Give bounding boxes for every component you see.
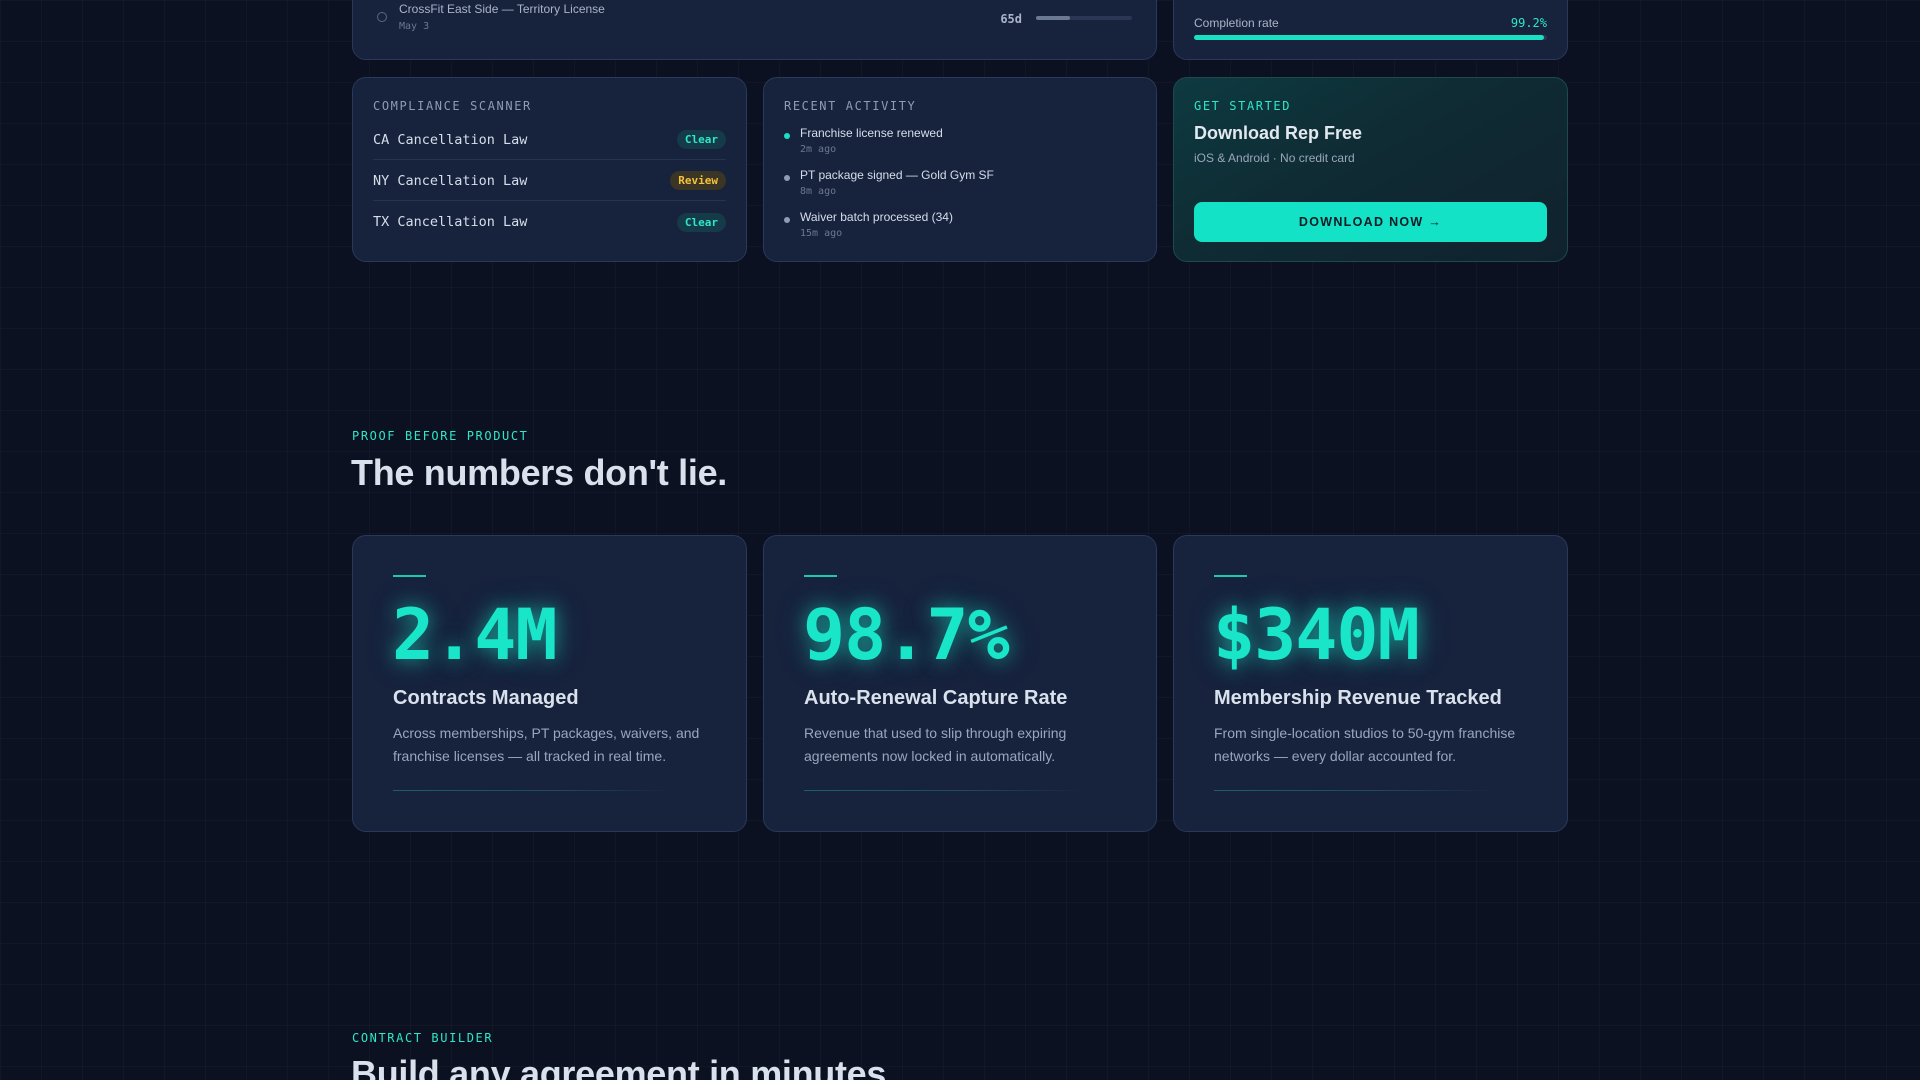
accent-line (1214, 575, 1247, 577)
get-started-subtitle: iOS & Android · No credit card (1194, 151, 1355, 165)
stat-label: Membership Revenue Tracked (1214, 687, 1502, 709)
compliance-scanner-card: COMPLIANCE SCANNER CA Cancellation Law C… (352, 77, 747, 262)
stat-description: Revenue that used to slip through expiri… (804, 725, 1067, 764)
activity-item[interactable]: PT package signed — Gold Gym SF 8m ago (784, 168, 1136, 206)
activity-item[interactable]: Waiver batch processed (34) 15m ago (784, 210, 1136, 248)
compliance-heading: COMPLIANCE SCANNER (373, 99, 532, 113)
deadline-days: 65d (1000, 12, 1022, 26)
activity-title: Franchise license renewed (800, 126, 943, 140)
compliance-row[interactable]: TX Cancellation Law Clear (373, 202, 726, 242)
activity-title: Waiver batch processed (34) (800, 210, 953, 224)
activity-title: PT package signed — Gold Gym SF (800, 168, 994, 182)
get-started-eyebrow: GET STARTED (1194, 99, 1292, 113)
accent-line (393, 575, 426, 577)
get-started-title: Download Rep Free (1194, 123, 1363, 143)
completion-progress-fill (1194, 35, 1545, 40)
stat-card: 2.4M Contracts Managed Across membership… (352, 535, 747, 832)
proof-eyebrow: PROOF BEFORE PRODUCT (352, 429, 529, 443)
builder-eyebrow: CONTRACT BUILDER (352, 1031, 494, 1045)
get-started-card: GET STARTED Download Rep Free iOS & Andr… (1173, 77, 1568, 262)
dot-icon (784, 217, 790, 223)
compliance-row[interactable]: NY Cancellation Law Review (373, 161, 726, 201)
completion-card: Completion rate 99.2% (1173, 0, 1568, 60)
divider (1214, 790, 1494, 791)
recent-activity-card: RECENT ACTIVITY Franchise license renewe… (763, 77, 1157, 262)
completion-value: 99.2% (1510, 16, 1547, 30)
status-badge: Clear (676, 212, 726, 232)
stat-value: $340M (1213, 594, 1420, 676)
divider (393, 790, 673, 791)
status-circle-icon (377, 12, 387, 22)
deadline-progress-bar (1036, 16, 1132, 20)
compliance-row[interactable]: CA Cancellation Law Clear (373, 120, 726, 160)
builder-title: Build any agreement in minutes. (351, 1053, 896, 1080)
activity-heading: RECENT ACTIVITY (784, 99, 917, 113)
compliance-row-label: CA Cancellation Law (373, 131, 528, 148)
active-dot-icon (784, 133, 790, 139)
activity-time: 2m ago (800, 144, 837, 155)
status-badge: Clear (676, 130, 726, 149)
activity-time: 8m ago (800, 186, 837, 197)
activity-item[interactable]: Franchise license renewed 2m ago (784, 126, 1136, 164)
deadline-row[interactable]: CrossFit East Side — Territory License M… (377, 1, 1132, 37)
download-now-button[interactable]: DOWNLOAD NOW → (1194, 202, 1547, 242)
compliance-row-label: TX Cancellation Law (373, 214, 528, 230)
stat-description: From single-location studios to 50-gym f… (1214, 725, 1516, 764)
stat-value: 98.7% (803, 594, 1010, 676)
status-badge: Review (670, 171, 726, 190)
proof-title: The numbers don't lie. (351, 452, 727, 493)
stat-label: Contracts Managed (393, 687, 579, 709)
stat-description: Across memberships, PT packages, waivers… (393, 725, 700, 764)
divider (804, 790, 1084, 791)
deadline-title: CrossFit East Side — Territory License (399, 2, 605, 16)
accent-line (804, 575, 837, 577)
compliance-row-label: NY Cancellation Law (373, 172, 528, 189)
stat-card: $340M Membership Revenue Tracked From si… (1173, 535, 1568, 832)
stat-card: 98.7% Auto-Renewal Capture Rate Revenue … (763, 535, 1157, 832)
dot-icon (784, 175, 790, 181)
activity-time: 15m ago (800, 228, 843, 239)
completion-progress-bar (1194, 35, 1547, 40)
deadline-card: CrossFit East Side — Territory License M… (352, 0, 1157, 60)
completion-label: Completion rate (1194, 16, 1279, 30)
stat-label: Auto-Renewal Capture Rate (804, 687, 1068, 709)
deadline-date: May 3 (399, 21, 430, 32)
deadline-progress-fill (1036, 16, 1070, 20)
stat-value: 2.4M (392, 594, 558, 676)
